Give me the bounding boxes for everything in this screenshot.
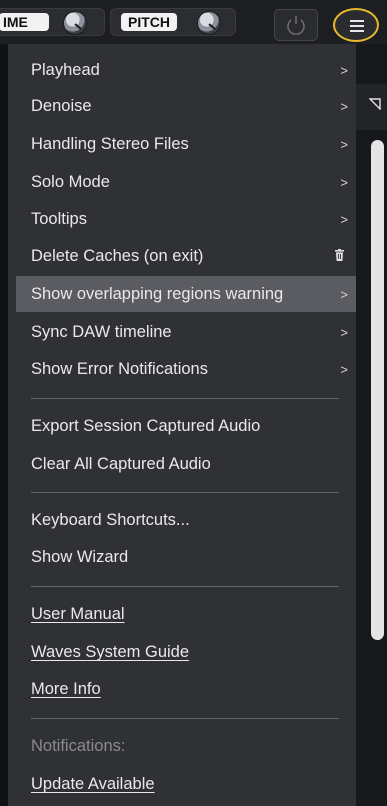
menu-item-keyboard-shortcuts[interactable]: Keyboard Shortcuts... [16,502,356,538]
trash-icon [335,249,344,261]
menu-item-label: Solo Mode [31,173,110,191]
menu-item-label: Keyboard Shortcuts... [31,511,190,529]
menu-item-label: Delete Caches (on exit) [31,247,204,265]
menu-item-show-error-notifications[interactable]: Show Error Notifications > [16,351,356,387]
submenu-arrow-icon: > [340,175,348,190]
menu-item-label: Sync DAW timeline [31,323,172,341]
menu-item-label: Denoise [31,97,92,115]
power-button[interactable] [274,9,318,41]
submenu-arrow-icon: > [340,325,348,340]
dropdown-menu: Playhead > Denoise > Handling Stereo Fil… [8,44,356,806]
submenu-arrow-icon: > [340,287,348,302]
menu-separator [31,398,339,399]
menu-link-waves-system-guide[interactable]: Waves System Guide [16,634,356,670]
submenu-arrow-icon: > [340,137,348,152]
time-button[interactable]: IME [0,13,49,31]
notifications-header: Notifications: [16,728,356,764]
menu-separator [31,586,339,587]
menu-link-user-manual[interactable]: User Manual [16,596,356,632]
menu-item-label: Show overlapping regions warning [31,285,284,303]
menu-item-tooltips[interactable]: Tooltips > [16,201,356,237]
menu-item-show-wizard[interactable]: Show Wizard [16,539,356,575]
menu-item-delete-caches[interactable]: Delete Caches (on exit) [16,238,356,274]
notifications-header-label: Notifications: [31,737,126,755]
submenu-arrow-icon: > [340,362,348,377]
time-knob[interactable] [63,11,87,35]
pitch-control: PITCH [110,8,236,36]
menu-item-clear-all-captured-audio[interactable]: Clear All Captured Audio [16,446,356,482]
time-control: IME [0,8,105,36]
menu-item-label: Export Session Captured Audio [31,417,261,435]
menu-item-label: Tooltips [31,210,87,228]
menu-item-denoise[interactable]: Denoise > [16,88,356,124]
menu-link-more-info[interactable]: More Info [16,671,356,707]
menu-separator [31,718,339,719]
top-toolbar: IME PITCH [0,0,387,44]
menu-item-export-session-captured-audio[interactable]: Export Session Captured Audio [16,408,356,444]
menu-item-label: User Manual [31,605,125,623]
submenu-arrow-icon: > [340,99,348,114]
menu-link-update-available[interactable]: Update Available [16,766,356,802]
menu-item-label: Show Wizard [31,548,129,566]
menu-item-sync-daw-timeline[interactable]: Sync DAW timeline > [16,314,356,350]
scrollbar-thumb[interactable] [371,140,384,640]
submenu-arrow-icon: > [340,212,348,227]
menu-item-label: Update Available [31,775,155,793]
menu-item-label: Playhead [31,61,100,79]
pitch-knob[interactable] [197,11,221,35]
menu-item-label: Clear All Captured Audio [31,455,211,473]
submenu-arrow-icon: > [340,63,348,78]
hamburger-menu-button[interactable] [333,8,379,42]
menu-item-playhead[interactable]: Playhead > [16,52,356,88]
menu-item-label: Waves System Guide [31,643,190,661]
menu-item-handling-stereo-files[interactable]: Handling Stereo Files > [16,126,356,162]
power-icon [287,16,305,35]
menu-item-solo-mode[interactable]: Solo Mode > [16,164,356,200]
menu-item-label: Show Error Notifications [31,360,208,378]
menu-separator [31,492,339,493]
menu-item-label: More Info [31,680,101,698]
menu-item-show-overlapping-regions-warning[interactable]: Show overlapping regions warning > [16,276,356,312]
menu-item-label: Handling Stereo Files [31,135,189,153]
corner-triangle-icon[interactable] [369,98,381,110]
pitch-button[interactable]: PITCH [121,13,177,31]
hamburger-icon [350,20,364,35]
